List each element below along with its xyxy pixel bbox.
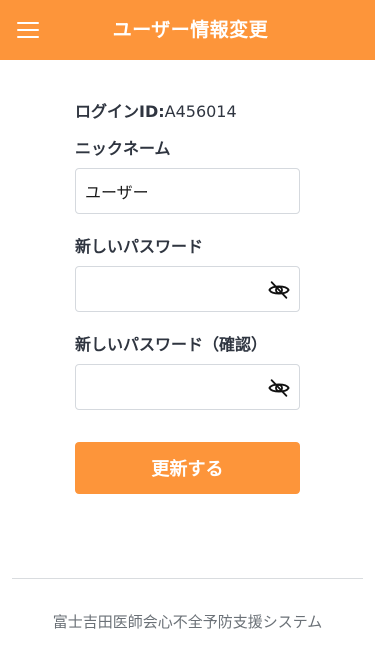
login-id-label: ログインID: (75, 102, 165, 121)
eye-slash-icon[interactable] (268, 279, 290, 301)
footer-divider (12, 578, 363, 579)
new-password-label: 新しいパスワード (75, 237, 204, 256)
confirm-password-field[interactable] (75, 364, 300, 410)
nickname-label: ニックネーム (75, 139, 171, 158)
confirm-password-label: 新しいパスワード（確認） (75, 335, 268, 354)
app-header: ユーザー情報変更 (0, 0, 375, 60)
update-button[interactable]: 更新する (75, 442, 300, 494)
nickname-field[interactable] (75, 168, 300, 214)
eye-slash-icon[interactable] (268, 377, 290, 399)
footer-system-name: 富士吉田医師会心不全予防支援システム (52, 613, 323, 631)
new-password-input[interactable] (76, 267, 299, 311)
new-password-field[interactable] (75, 266, 300, 312)
page-title: ユーザー情報変更 (112, 19, 269, 41)
login-id-row: ログインID:A456014 (75, 98, 237, 122)
confirm-password-input[interactable] (76, 365, 299, 409)
login-id-value: A456014 (164, 102, 237, 121)
nickname-input[interactable] (76, 169, 299, 213)
